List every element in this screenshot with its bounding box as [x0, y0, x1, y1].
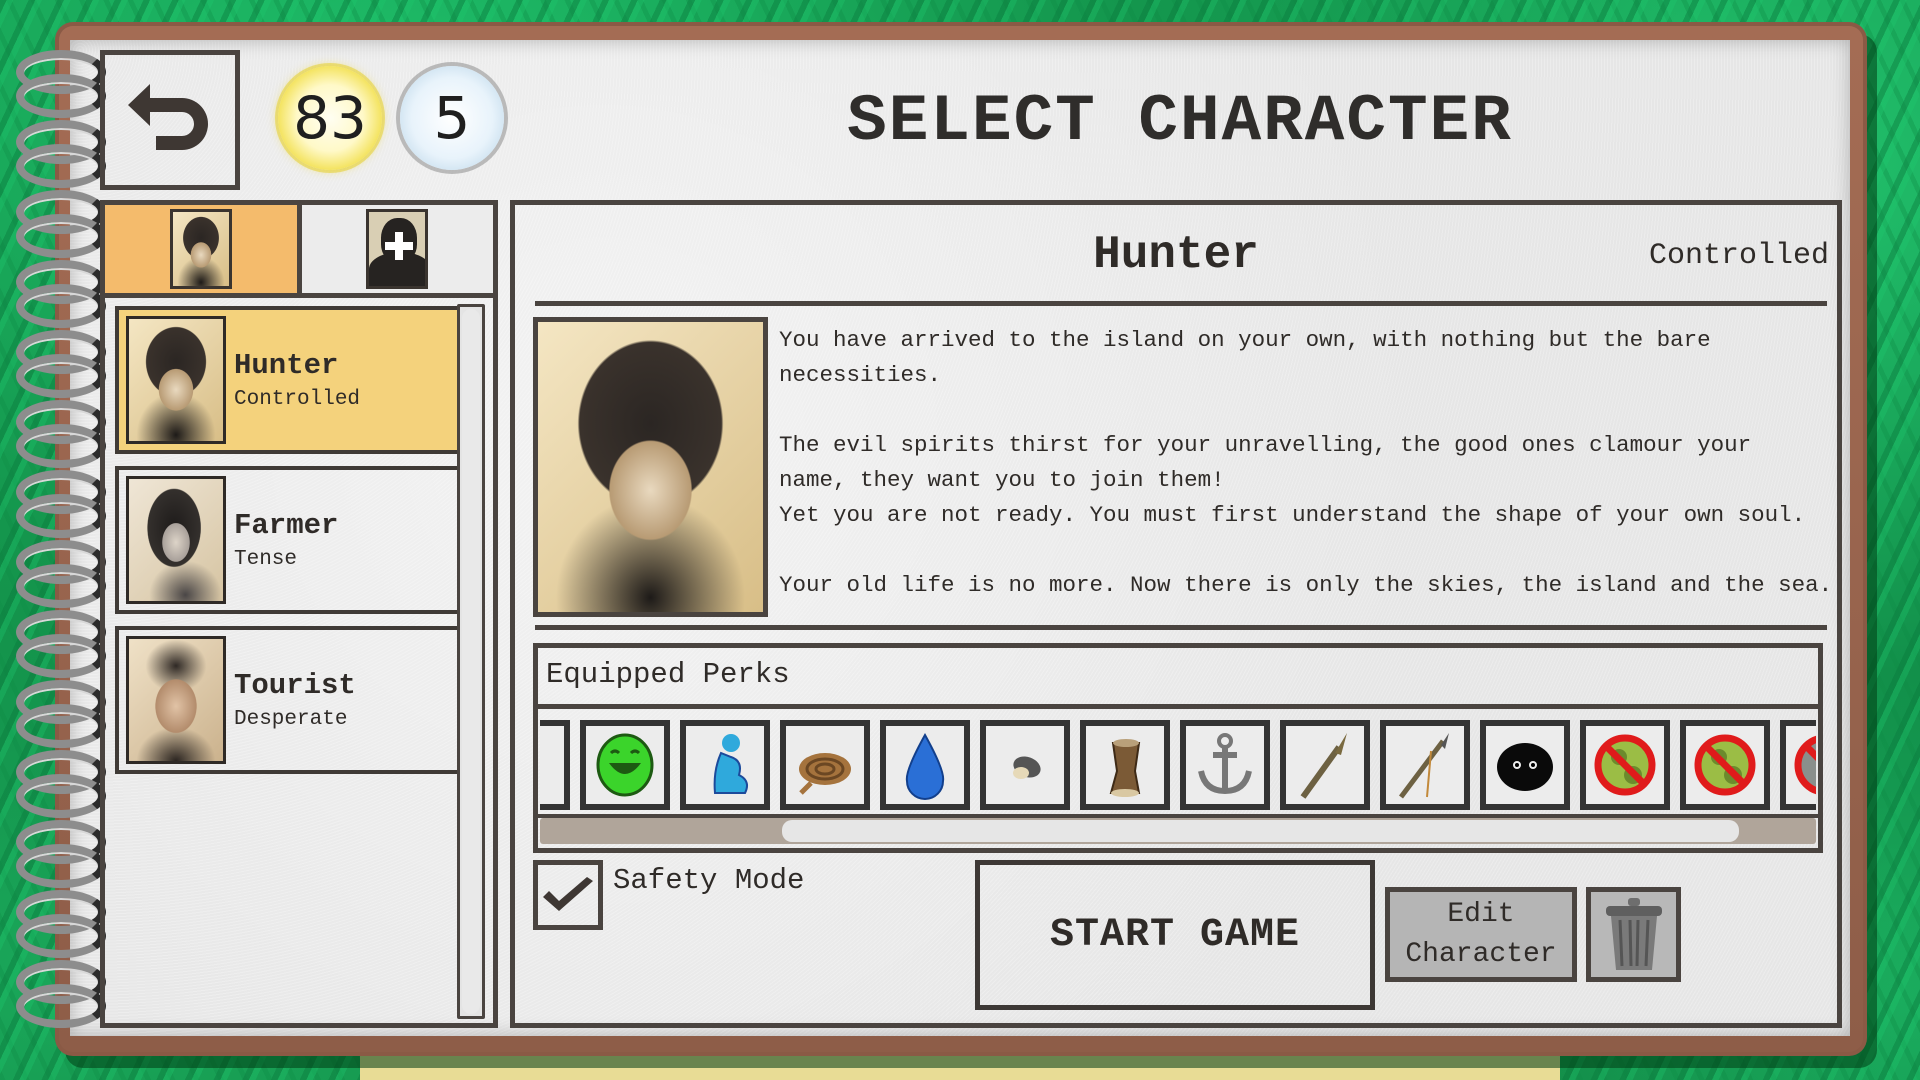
character-card-hunter[interactable]: Hunter Controlled [115, 306, 465, 454]
edit-label-line1: Edit [1447, 898, 1515, 930]
perk-slot[interactable] [1180, 720, 1270, 810]
perk-slot[interactable] [1580, 720, 1670, 810]
sitting-figure-icon [713, 734, 748, 794]
character-description: You have arrived to the island on your o… [779, 327, 1833, 598]
character-name: Tourist [234, 669, 356, 702]
character-list-scrollbar[interactable] [457, 304, 485, 1019]
binding-ring [12, 820, 106, 888]
page-title: SELECT CHARACTER [847, 84, 1513, 159]
tourist-portrait [126, 636, 226, 764]
portrait-thumbnail-icon [169, 209, 232, 289]
equipped-perks-box: Equipped Perks [533, 643, 1823, 853]
perk-slot[interactable] [1380, 720, 1470, 810]
tab-new-character[interactable] [301, 205, 493, 293]
face-partial-icon [540, 731, 559, 799]
no-fish-icon [1794, 735, 1816, 795]
undo-arrow-icon [128, 84, 208, 150]
binding-ring [12, 610, 106, 678]
safety-mode-label: Safety Mode [613, 863, 805, 897]
character-name: Hunter [234, 349, 339, 382]
anchor-icon [1198, 733, 1252, 795]
binding-ring [12, 190, 106, 258]
back-button[interactable] [100, 50, 240, 190]
binding-ring [12, 400, 106, 468]
safety-mode-toggle[interactable]: Safety Mode [533, 860, 804, 930]
character-state: Desperate [234, 708, 348, 731]
stone-icon [1013, 756, 1041, 779]
character-state: Controlled [234, 388, 361, 411]
water-drop-icon [905, 732, 945, 800]
safety-mode-checkbox[interactable] [533, 860, 603, 930]
binding-ring [12, 50, 106, 118]
binding-ring [12, 750, 106, 818]
checkmark-icon [543, 877, 593, 911]
shadow-creature-icon [1497, 743, 1553, 791]
torch-stick-icon [1300, 733, 1347, 799]
binding-ring [12, 890, 106, 958]
divider [535, 301, 1827, 306]
binding-ring [12, 330, 106, 398]
spiral-binding [12, 50, 106, 1030]
character-card-farmer[interactable]: Farmer Tense [115, 466, 465, 614]
trash-can-icon [1605, 897, 1662, 970]
rope-coil-icon [799, 753, 851, 795]
hunter-portrait [126, 316, 226, 444]
divider [538, 704, 1818, 709]
perks-scrollbar[interactable] [540, 818, 1816, 844]
binding-ring [12, 540, 106, 608]
character-portrait [533, 317, 768, 617]
perk-slot[interactable] [680, 720, 770, 810]
scrollbar-thumb[interactable] [462, 309, 480, 1014]
perk-slot[interactable] [980, 720, 1070, 810]
farmer-portrait [126, 476, 226, 604]
sun-currency-value: 83 [293, 84, 367, 152]
binding-ring [12, 120, 106, 188]
perk-slot[interactable] [880, 720, 970, 810]
perk-slot[interactable] [1780, 720, 1816, 810]
drum-icon [1109, 739, 1141, 797]
happy-face-icon [596, 733, 654, 797]
binding-ring [12, 470, 106, 538]
moon-currency-value: 5 [433, 84, 471, 152]
perks-strip [540, 720, 1816, 812]
perk-slot[interactable] [1680, 720, 1770, 810]
spear-icon [1399, 733, 1449, 799]
perk-slot[interactable] [1480, 720, 1570, 810]
character-list-panel: Hunter Controlled Farmer Tense Tourist D… [100, 200, 498, 1028]
character-name: Farmer [234, 509, 339, 542]
binding-ring [12, 260, 106, 328]
divider [535, 625, 1827, 630]
perks-title: Equipped Perks [546, 658, 790, 691]
perk-slot[interactable] [1280, 720, 1370, 810]
tab-existing-characters[interactable] [105, 205, 297, 293]
perk-slot[interactable] [540, 720, 570, 810]
character-state-label: Controlled [1648, 239, 1829, 273]
character-card-tourist[interactable]: Tourist Desperate [115, 626, 465, 774]
scrollbar-thumb[interactable] [781, 820, 1739, 842]
sun-currency-badge: 83 [278, 66, 382, 170]
no-sickness-icon [1594, 734, 1656, 796]
binding-ring [12, 960, 106, 1028]
character-tabs [100, 200, 498, 298]
delete-character-button[interactable] [1586, 887, 1681, 982]
edit-character-button[interactable]: Edit Character [1385, 887, 1577, 982]
moon-currency-badge: 5 [400, 66, 504, 170]
perk-slot[interactable] [580, 720, 670, 810]
character-list: Hunter Controlled Farmer Tense Tourist D… [100, 298, 498, 1028]
perk-slot[interactable] [780, 720, 870, 810]
character-state: Tense [234, 548, 298, 571]
perk-slot[interactable] [1080, 720, 1170, 810]
binding-ring [12, 680, 106, 748]
character-detail-panel: Hunter Controlled You have arrived to th… [510, 200, 1842, 1028]
edit-label-line2: Character [1405, 938, 1557, 970]
start-game-button[interactable]: START GAME [975, 860, 1375, 1010]
no-sickness-icon [1694, 734, 1756, 796]
add-character-icon [366, 209, 429, 289]
character-title: Hunter [1093, 229, 1259, 281]
